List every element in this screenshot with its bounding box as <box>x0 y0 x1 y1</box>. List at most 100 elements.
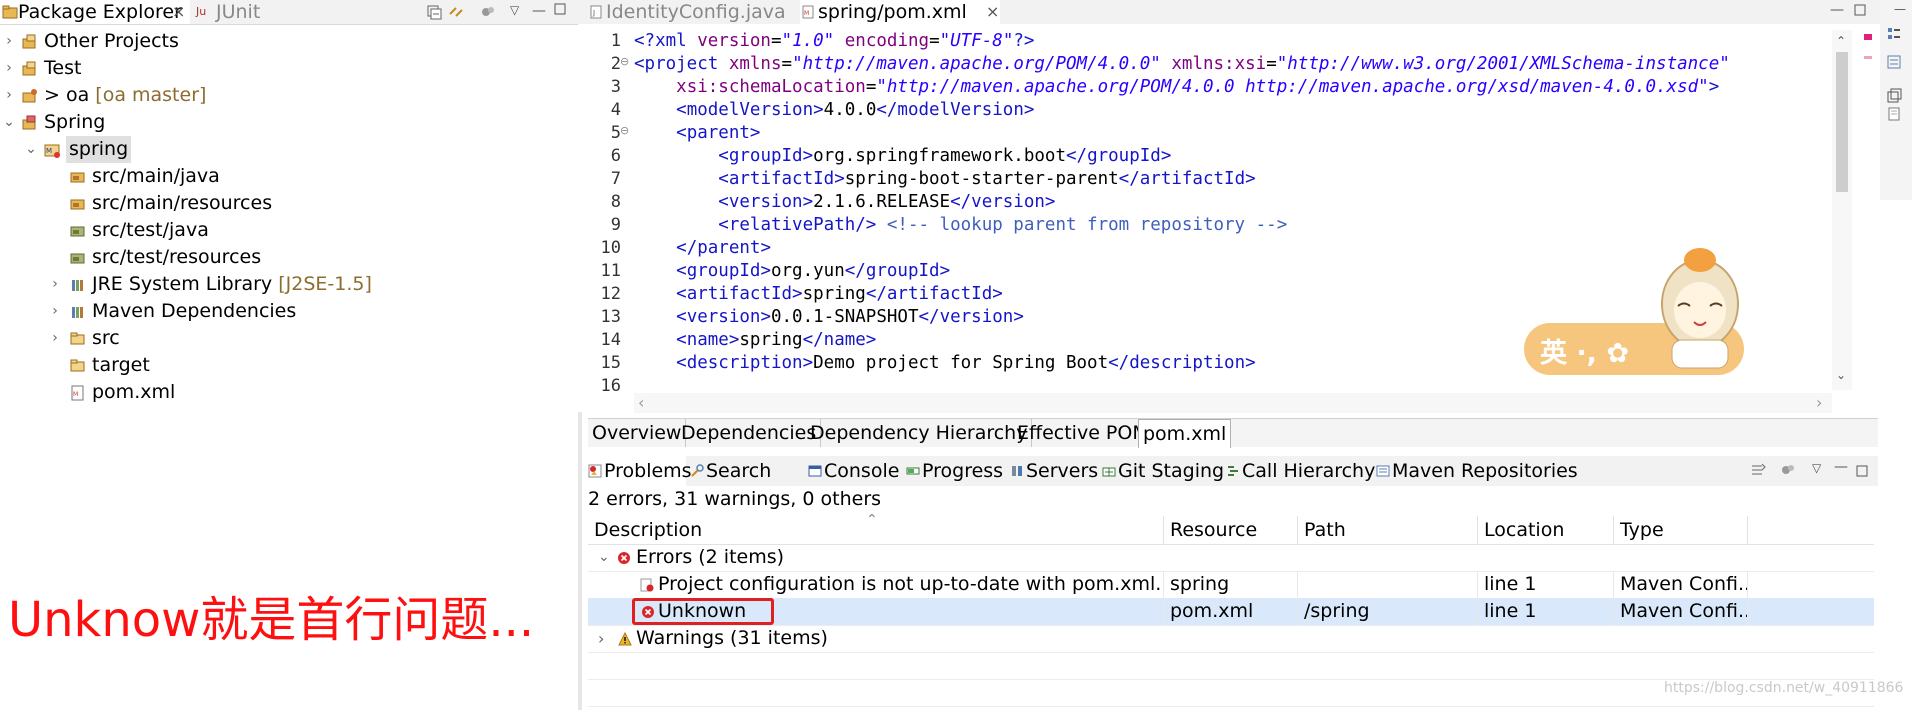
table-row-selected[interactable]: Unknown pom.xml /spring line 1 Maven Con… <box>588 598 1874 626</box>
code-line[interactable]: <parent> <box>634 122 760 145</box>
tab-package-explorer[interactable]: Package Explorer × <box>0 0 190 24</box>
tree-item-src[interactable]: › src <box>0 325 578 352</box>
chevron-up-icon[interactable]: ⌃ <box>1836 34 1846 48</box>
column-path[interactable]: Path <box>1298 516 1478 544</box>
view-filter-icon[interactable] <box>1780 462 1796 478</box>
maximize-icon[interactable] <box>1854 4 1866 16</box>
chevron-right-icon[interactable]: › <box>2 55 16 82</box>
tree-item-test[interactable]: › Test <box>0 55 578 82</box>
collapse-all-icon[interactable] <box>426 4 442 20</box>
tab-effective-pom[interactable]: Effective POM <box>1013 419 1154 447</box>
chevron-right-icon[interactable]: › <box>48 325 62 352</box>
code-line[interactable]: <modelVersion>4.0.0</modelVersion> <box>634 99 1034 122</box>
tab-dependencies[interactable]: Dependencies <box>677 419 822 447</box>
errors-group-row[interactable]: ⌄ Errors (2 items) <box>588 544 1874 572</box>
tab-pom-xml-source[interactable]: pom.xml <box>1138 419 1232 448</box>
code-line[interactable]: <groupId>org.springframework.boot</group… <box>634 145 1171 168</box>
chevron-left-icon[interactable]: ‹ <box>638 393 644 412</box>
tree-item-spring-set[interactable]: ⌄ Spring <box>0 109 578 136</box>
tab-label: Search <box>706 460 772 482</box>
scrollbar-thumb[interactable] <box>1836 52 1848 192</box>
tree-item-spring-project[interactable]: ⌄ M spring <box>0 136 578 163</box>
code-line[interactable]: <version>2.1.6.RELEASE</version> <box>634 191 1055 214</box>
chevron-down-icon[interactable]: ⌄ <box>1836 368 1846 382</box>
tab-dependency-hierarchy[interactable]: Dependency Hierarchy <box>806 419 1033 447</box>
warnings-group-row[interactable]: › Warnings (31 items) <box>588 625 1874 653</box>
cell-location: line 1 <box>1478 571 1614 598</box>
cell-type: Maven Confi... <box>1614 598 1748 625</box>
chevron-right-icon[interactable]: › <box>2 28 16 55</box>
minimize-icon[interactable]: — <box>1834 459 1848 475</box>
maximize-icon[interactable] <box>554 3 568 19</box>
overview-error-mark[interactable] <box>1864 34 1872 40</box>
code-token: 4.0.0 <box>823 100 877 120</box>
outline-icon[interactable] <box>1886 26 1902 42</box>
task-list-icon[interactable] <box>1886 54 1902 70</box>
tree-item-src-test-resources[interactable]: src/test/resources <box>0 244 578 271</box>
code-token: <name> <box>676 330 740 350</box>
view-menu-icon[interactable]: ▽ <box>1812 461 1821 475</box>
code-line[interactable]: <artifactId>spring</artifactId> <box>634 283 1003 306</box>
maximize-icon[interactable] <box>1856 465 1868 477</box>
tree-item-jre-library[interactable]: › JRE System Library [J2SE-1.5] <box>0 271 578 298</box>
tab-junit[interactable]: Ju JUnit <box>196 0 276 24</box>
chevron-down-icon[interactable]: ⌄ <box>24 136 38 163</box>
code-line[interactable]: <version>0.0.1-SNAPSHOT</version> <box>634 306 1024 329</box>
column-type[interactable]: Type <box>1614 516 1748 544</box>
code-token: <parent> <box>676 123 761 143</box>
chevron-right-icon[interactable]: › <box>48 271 62 298</box>
link-with-editor-icon[interactable] <box>448 4 464 20</box>
tree-item-target[interactable]: target <box>0 352 578 379</box>
horizontal-scrollbar[interactable]: ‹ › <box>634 393 1832 413</box>
restore-icon[interactable] <box>1886 88 1902 104</box>
minimize-icon[interactable]: — <box>1830 2 1844 18</box>
chevron-right-icon[interactable]: › <box>2 82 16 109</box>
code-line[interactable]: <relativePath/> <!-- lookup parent from … <box>634 214 1287 237</box>
column-location[interactable]: Location <box>1478 516 1614 544</box>
code-token: <modelVersion> <box>676 100 824 120</box>
code-line[interactable]: <artifactId>spring-boot-starter-parent</… <box>634 168 1255 191</box>
minimize-icon[interactable]: — <box>1894 2 1906 16</box>
code-line[interactable]: </parent> <box>634 237 771 260</box>
column-resource[interactable]: Resource <box>1164 516 1298 544</box>
overview-warning-mark[interactable] <box>1864 56 1872 59</box>
code-line[interactable]: <groupId>org.yun</groupId> <box>634 260 950 283</box>
tab-pom-xml[interactable]: M spring/pom.xml × <box>800 0 1000 24</box>
tree-item-oa[interactable]: › > oa [oa master] <box>0 82 578 109</box>
close-icon[interactable]: × <box>986 0 999 24</box>
view-filter-icon[interactable] <box>480 4 496 20</box>
chevron-right-icon[interactable]: › <box>1816 393 1822 412</box>
chevron-down-icon[interactable]: ⌄ <box>598 544 610 571</box>
error-icon <box>618 552 630 564</box>
table-row[interactable]: Project configuration is not up-to-date … <box>588 571 1874 599</box>
code-line[interactable]: <?xml version="1.0" encoding="UTF-8"?> <box>634 30 1034 53</box>
tree-item-src-main-java[interactable]: src/main/java <box>0 163 578 190</box>
code-line[interactable]: <project xmlns="http://maven.apache.org/… <box>634 53 1730 76</box>
fold-icon[interactable]: ⊖ <box>620 55 629 68</box>
chevron-right-icon[interactable]: › <box>598 625 604 652</box>
unknown-highlight-box <box>632 598 774 625</box>
close-icon[interactable]: × <box>172 0 185 24</box>
focus-on-active-task-icon[interactable] <box>1750 462 1766 478</box>
code-line[interactable]: xsi:schemaLocation="http://maven.apache.… <box>634 76 1719 99</box>
bookmark-icon[interactable] <box>1886 106 1902 122</box>
code-line[interactable]: <name>spring</name> <box>634 329 876 352</box>
code-line[interactable]: <description>Demo project for Spring Boo… <box>634 352 1256 375</box>
tab-identityconfig-java[interactable]: J IdentityConfig.java <box>590 0 786 24</box>
tree-item-src-test-java[interactable]: src/test/java <box>0 217 578 244</box>
fold-icon[interactable]: ⊖ <box>620 124 629 137</box>
tree-item-src-main-resources[interactable]: src/main/resources <box>0 190 578 217</box>
tab-overview[interactable]: Overview <box>588 419 687 447</box>
tree-item-maven-dependencies[interactable]: › Maven Dependencies <box>0 298 578 325</box>
chevron-right-icon[interactable]: › <box>48 298 62 325</box>
chevron-down-icon[interactable]: ⌄ <box>2 109 16 136</box>
tab-problems[interactable]: Problems <box>584 456 692 486</box>
tree-item-pom-xml[interactable]: M pom.xml <box>0 379 578 406</box>
vertical-scrollbar[interactable]: ⌃ ⌄ <box>1832 30 1852 390</box>
minimize-icon[interactable]: — <box>532 3 546 19</box>
view-menu-icon[interactable]: ▽ <box>510 3 524 19</box>
tree-item-other-projects[interactable]: › Other Projects <box>0 28 578 55</box>
